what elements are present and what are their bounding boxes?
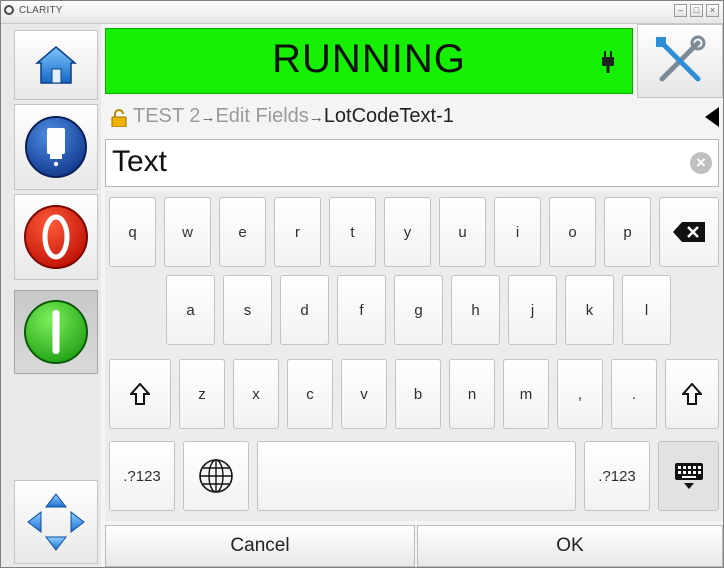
status-text: RUNNING — [272, 37, 466, 81]
backspace-key[interactable] — [659, 197, 719, 267]
shift-key-left[interactable] — [109, 359, 171, 429]
printhead-button[interactable] — [14, 104, 98, 190]
breadcrumb-separator: → — [200, 109, 216, 126]
lock-open-icon — [111, 109, 127, 127]
window-title: CLARITY — [19, 5, 63, 16]
symbols-key-left[interactable]: .?123 — [109, 441, 175, 511]
globe-icon — [199, 459, 233, 493]
key-o[interactable]: o — [549, 197, 596, 267]
breadcrumb: TEST 2→Edit Fields→LotCodeText-1 — [105, 99, 719, 135]
home-icon — [35, 46, 77, 84]
clear-icon[interactable]: × — [690, 152, 712, 174]
action-bar: Cancel OK — [105, 525, 723, 567]
on-screen-keyboard: q w e r t y u i o p a s d f g h j k l z … — [105, 191, 723, 521]
key-n[interactable]: n — [449, 359, 495, 429]
text-input-value: Text — [112, 145, 168, 178]
plug-icon — [602, 51, 614, 73]
nav-button[interactable] — [14, 480, 98, 564]
key-v[interactable]: v — [341, 359, 387, 429]
hide-keyboard-key[interactable] — [658, 441, 719, 511]
status-banner: RUNNING — [105, 28, 633, 94]
keyboard-hide-icon — [674, 463, 703, 489]
key-w[interactable]: w — [164, 197, 211, 267]
shift-key-right[interactable] — [665, 359, 719, 429]
key-u[interactable]: u — [439, 197, 486, 267]
stop-button[interactable] — [14, 194, 98, 280]
key-p[interactable]: p — [604, 197, 651, 267]
printhead-icon — [25, 116, 87, 178]
key-l[interactable]: l — [622, 275, 671, 345]
space-key[interactable] — [257, 441, 576, 511]
maximize-button[interactable]: □ — [690, 4, 703, 17]
key-a[interactable]: a — [166, 275, 215, 345]
key-i[interactable]: i — [494, 197, 541, 267]
key-x[interactable]: x — [233, 359, 279, 429]
key-g[interactable]: g — [394, 275, 443, 345]
shift-icon — [682, 383, 702, 405]
minimize-button[interactable]: – — [674, 4, 687, 17]
direction-pad-icon — [27, 493, 85, 551]
key-m[interactable]: m — [503, 359, 549, 429]
key-j[interactable]: j — [508, 275, 557, 345]
key-r[interactable]: r — [274, 197, 321, 267]
app-icon — [4, 5, 14, 15]
key-k[interactable]: k — [565, 275, 614, 345]
clarity-window: CLARITY – □ × RUNNING TEST 2→Edit Fields… — [0, 0, 724, 568]
cancel-button[interactable]: Cancel — [105, 525, 415, 567]
key-s[interactable]: s — [223, 275, 272, 345]
stop-icon — [24, 205, 88, 269]
left-nav — [1, 24, 101, 567]
key-period[interactable]: . — [611, 359, 657, 429]
key-d[interactable]: d — [280, 275, 329, 345]
text-input[interactable]: Text × — [105, 139, 719, 187]
breadcrumb-separator: → — [308, 109, 324, 126]
key-f[interactable]: f — [337, 275, 386, 345]
key-z[interactable]: z — [179, 359, 225, 429]
key-c[interactable]: c — [287, 359, 333, 429]
key-t[interactable]: t — [329, 197, 376, 267]
key-h[interactable]: h — [451, 275, 500, 345]
breadcrumb-item[interactable]: Edit Fields — [215, 105, 308, 127]
close-button[interactable]: × — [706, 4, 719, 17]
tools-button[interactable] — [637, 24, 723, 98]
key-b[interactable]: b — [395, 359, 441, 429]
symbols-key-right[interactable]: .?123 — [584, 441, 650, 511]
backspace-icon — [673, 222, 705, 242]
ok-button[interactable]: OK — [417, 525, 723, 567]
home-button[interactable] — [14, 30, 98, 100]
breadcrumb-path: TEST 2→Edit Fields→LotCodeText-1 — [133, 105, 454, 128]
back-arrow-icon[interactable] — [705, 107, 719, 127]
key-comma[interactable]: , — [557, 359, 603, 429]
tools-icon — [656, 35, 706, 82]
shift-icon — [130, 383, 150, 405]
start-button[interactable] — [14, 290, 98, 374]
language-key[interactable] — [183, 441, 249, 511]
start-icon — [24, 300, 88, 364]
breadcrumb-item[interactable]: TEST 2 — [133, 105, 200, 127]
title-bar: CLARITY – □ × — [1, 1, 723, 24]
key-e[interactable]: e — [219, 197, 266, 267]
key-y[interactable]: y — [384, 197, 431, 267]
key-q[interactable]: q — [109, 197, 156, 267]
breadcrumb-current: LotCodeText-1 — [323, 105, 454, 127]
